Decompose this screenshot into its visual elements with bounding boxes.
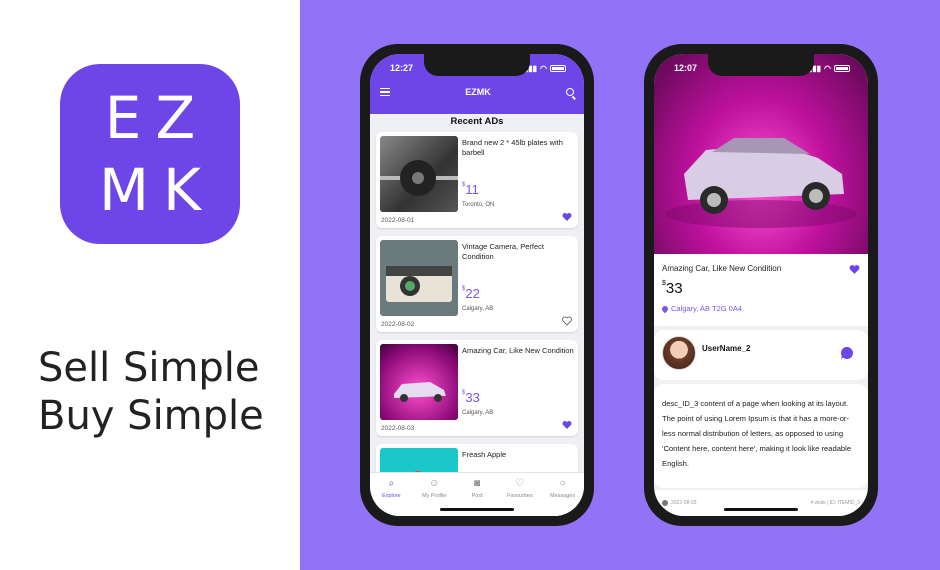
logo-line-2: MK [98,156,216,224]
listing-hero-image [654,54,868,254]
listing-location: Toronto, ON [462,202,495,208]
listing-card[interactable]: Brand new 2 * 45lb plates with barbell $… [376,132,578,228]
tab-explore[interactable]: ⌕ Explore [371,478,411,516]
wifi-icon: ◠ [824,63,831,73]
listing-card[interactable]: Vintage Camera, Perfect Condition $22 Ca… [376,236,578,332]
user-icon: ☺ [429,478,440,489]
listing-location: Calgary, AB T2G 0A4 [660,304,743,313]
status-time: 12:27 [390,63,414,73]
search-icon: ⌕ [388,478,395,489]
heart-outline-icon[interactable] [562,316,572,326]
listing-detail-card: Amazing Car, Like New Condition $33 Calg… [654,254,868,326]
status-icons: ▮▮▮ ◠ [524,64,566,73]
tab-label: Explore [382,493,401,499]
chat-icon: ○ [559,478,566,489]
listings-screen: 12:27 ▮▮▮ ◠ EZMK Recent ADs Brand new 2 … [370,54,584,516]
tab-messages[interactable]: ○ Messages [543,478,583,516]
app-logo: EZ MK [60,64,240,244]
location-text: Calgary, AB T2G 0A4 [671,304,743,313]
battery-icon [834,64,850,72]
tab-label: Post [471,493,483,499]
price-value: 33 [665,280,683,297]
listing-date: 2022-08-03 [381,425,415,432]
listing-title: Amazing Car, Like New Condition [662,264,782,273]
listing-price: $33 [462,390,480,405]
listing-thumbnail [380,344,458,420]
search-icon[interactable] [566,88,574,96]
detail-screen: 12:07 ▮▮▮ ◠ Amazing Car, Like New Condit… [654,54,868,516]
heart-filled-icon[interactable] [562,212,572,222]
notch [708,54,814,76]
listing-thumbnail [380,136,458,212]
heart-icon: ♡ [515,478,525,489]
listing-location: Calgary, AB [462,410,494,416]
phone-detail: 12:07 ▮▮▮ ◠ Amazing Car, Like New Condit… [644,44,878,526]
listing-date: 2022-08-01 [381,217,415,224]
tab-label: Messages [550,493,576,499]
seller-username[interactable]: UserName_2 [702,344,750,353]
home-indicator [724,508,798,511]
post-date-text: 2022-08-03 [671,500,697,506]
post-date: 2022-08-03 [662,500,697,506]
listing-meta: 2022-08-03 4 visits | ID: ITEMID_3 [654,490,868,516]
listing-title: Freash Apple [462,450,507,459]
home-indicator [440,508,514,511]
tagline-line-1: Sell Simple [38,345,260,391]
listing-price: $22 [462,286,480,301]
location-pin-icon [660,304,670,313]
listing-price: $11 [462,182,479,197]
heart-filled-icon[interactable] [849,264,860,275]
section-title: Recent ADs [450,116,504,127]
listing-title: Vintage Camera, Perfect Condition [462,242,544,261]
nav-row: EZMK [370,82,584,102]
listing-title: Brand new 2 * 45lb plates with barbell [462,138,563,157]
branding-panel: EZ MK Sell Simple Buy Simple [0,0,300,570]
tab-label: Favourites [506,493,533,499]
logo-line-1: EZ [104,84,210,152]
battery-icon [550,64,566,72]
menu-icon[interactable] [380,88,390,96]
price-value: 22 [465,286,480,301]
listing-location: Calgary, AB [462,306,494,312]
app-title: EZMK [465,87,491,97]
tagline-line-2: Buy Simple [38,393,264,439]
chat-icon[interactable] [840,346,854,360]
listing-card[interactable]: Amazing Car, Like New Condition $33 Calg… [376,340,578,436]
clock-icon [662,500,668,506]
camera-icon: ◙ [473,478,480,489]
listing-thumbnail [380,240,458,316]
listing-date: 2022-08-02 [381,321,415,328]
avatar[interactable] [662,336,696,370]
listing-list: Brand new 2 * 45lb plates with barbell $… [376,132,578,516]
status-icons: ▮▮▮ ◠ [808,64,850,73]
listing-price: $33 [662,280,683,297]
tagline: Sell Simple Buy Simple [38,344,264,440]
tab-label: My Profile [421,493,447,499]
phone-listings: 12:27 ▮▮▮ ◠ EZMK Recent ADs Brand new 2 … [360,44,594,526]
meta-info: 4 visits | ID: ITEMID_3 [810,500,860,506]
price-value: 33 [465,390,480,405]
price-value: 11 [465,182,479,197]
listing-description: desc_ID_3 content of a page when looking… [654,384,868,488]
status-time: 12:07 [674,63,698,73]
heart-filled-icon[interactable] [562,420,572,430]
notch [424,54,530,76]
listing-title: Amazing Car, Like New Condition [462,346,574,355]
seller-card[interactable]: UserName_2 [654,330,868,380]
wifi-icon: ◠ [540,63,547,73]
